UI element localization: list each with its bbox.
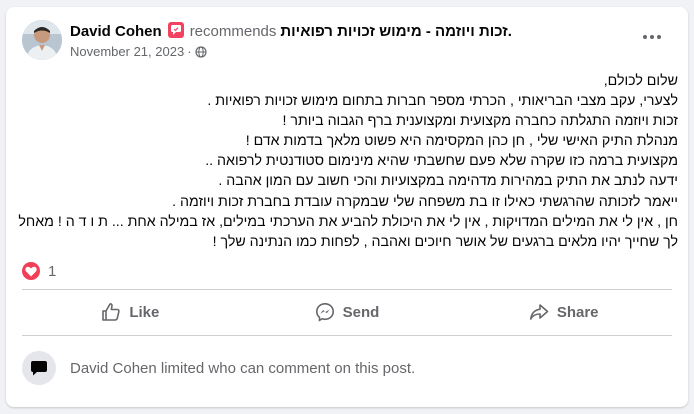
heart-icon bbox=[22, 262, 40, 280]
send-label: Send bbox=[342, 303, 380, 321]
post-card: David Cohen recommends זכות ויוזמה - מימוש… bbox=[6, 7, 688, 407]
post-text-line: זכות ויוזמה התגלתה כחברה מקצועית ומקצוענ… bbox=[282, 113, 679, 130]
post-meta: November 21, 2023 · bbox=[70, 44, 207, 62]
reactions-summary[interactable]: 1 bbox=[22, 261, 56, 281]
globe-icon[interactable] bbox=[194, 46, 207, 62]
post-text-line: ידעה לנתב את התיק במהירות מדהימה במקצועי… bbox=[218, 173, 678, 190]
author-avatar[interactable] bbox=[22, 20, 62, 60]
comment-restriction-text: David Cohen limited who can comment on t… bbox=[70, 359, 416, 377]
post-text-line: מקצועית ברמה כזו שקרה שלא פעם שחשבתי שהי… bbox=[205, 153, 678, 170]
more-options-icon[interactable] bbox=[638, 27, 666, 47]
recommend-icon bbox=[167, 22, 184, 38]
like-label: Like bbox=[129, 303, 160, 321]
post-text: שלום לכולם, לצערי, עקב מצבי הבריאותי , ה… bbox=[18, 71, 679, 252]
comment-restriction-notice: David Cohen limited who can comment on t… bbox=[22, 351, 415, 385]
recommends-text: recommends bbox=[189, 23, 277, 40]
post-actions: Like Send Share bbox=[22, 295, 672, 329]
share-button[interactable]: Share bbox=[455, 295, 672, 329]
messenger-icon bbox=[315, 302, 334, 322]
share-icon bbox=[529, 304, 549, 320]
post-text-line: חן , אין לי את המילים המדויקות , אין לי … bbox=[18, 213, 678, 230]
reaction-count[interactable]: 1 bbox=[48, 263, 56, 280]
actions-top-divider bbox=[22, 289, 672, 290]
recommended-page-name[interactable]: זכות ויוזמה - מימוש זכויות רפואיות. bbox=[280, 23, 512, 40]
post-text-line: לצערי, עקב מצבי הבריאותי , הכרתי מספר חב… bbox=[207, 93, 678, 110]
share-label: Share bbox=[556, 303, 599, 321]
post-text-line: שלום לכולם, bbox=[603, 73, 678, 89]
post-text-line: לך שחייך יהיו מלאים ברגעים של אושר חיוכי… bbox=[212, 233, 678, 250]
author-name[interactable]: David Cohen bbox=[70, 23, 162, 40]
like-icon bbox=[102, 303, 121, 321]
post-text-line: ייאמר לזכותה שהרגשתי כאילו זו בת משפחה ש… bbox=[172, 193, 678, 210]
send-button[interactable]: Send bbox=[239, 295, 456, 329]
post-text-line: מנהלת התיק האישי שלי , חן כהן המקסימה הי… bbox=[245, 133, 678, 150]
actions-bottom-divider bbox=[22, 335, 672, 336]
comment-bubble-icon bbox=[22, 351, 56, 385]
like-button[interactable]: Like bbox=[22, 295, 239, 329]
post-header: David Cohen recommends זכות ויוזמה - מימוש… bbox=[70, 22, 512, 41]
post-date[interactable]: November 21, 2023 bbox=[70, 44, 184, 59]
meta-separator: · bbox=[187, 44, 192, 59]
